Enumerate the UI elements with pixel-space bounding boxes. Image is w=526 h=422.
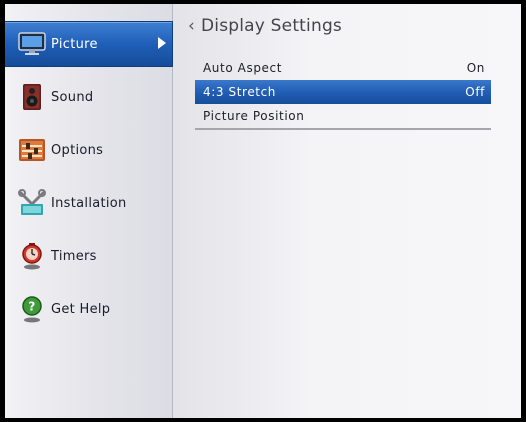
settings-menu: Auto Aspect On 4:3 Stretch Off Picture P… (195, 56, 491, 128)
sidebar-item-label: Options (51, 142, 104, 158)
menu-item-picture-position[interactable]: Picture Position (195, 104, 491, 128)
main-panel: ‹ Display Settings Auto Aspect On 4:3 St… (173, 4, 521, 418)
sidebar-item-timers[interactable]: Timers (5, 234, 172, 278)
sidebar-item-get-help[interactable]: ? Get Help (5, 287, 172, 331)
sidebar-item-label: Sound (51, 89, 94, 105)
svg-text:?: ? (28, 300, 35, 314)
sidebar-item-label: Get Help (51, 301, 111, 317)
arrow-right-icon (158, 37, 166, 49)
help-icon: ? (18, 295, 46, 323)
menu-item-value: On (466, 61, 485, 75)
sidebar-item-picture[interactable]: Picture (5, 22, 172, 66)
sidebar: Picture Sound Options Installation Timer… (5, 4, 173, 418)
menu-item-auto-aspect[interactable]: Auto Aspect On (195, 56, 491, 80)
speaker-icon (18, 83, 46, 111)
menu-item-label: Picture Position (203, 109, 305, 123)
menu-divider (195, 128, 491, 130)
tv-icon (18, 30, 46, 58)
menu-item-value: Off (465, 85, 485, 99)
sidebar-item-label: Timers (51, 248, 97, 264)
sidebar-item-installation[interactable]: Installation (5, 181, 172, 225)
tv-menu-screen: Picture Sound Options Installation Timer… (5, 4, 521, 418)
sidebar-item-label: Picture (51, 36, 98, 52)
menu-item-4-3-stretch[interactable]: 4:3 Stretch Off (195, 80, 491, 104)
sidebar-item-sound[interactable]: Sound (5, 75, 172, 119)
installation-icon (18, 189, 46, 217)
page-title-text: Display Settings (201, 16, 342, 36)
sidebar-item-options[interactable]: Options (5, 128, 172, 172)
sidebar-item-label: Installation (51, 195, 127, 211)
timer-icon (18, 242, 46, 270)
page-title: ‹ Display Settings (188, 14, 342, 38)
options-icon (18, 136, 46, 164)
back-chevron-icon[interactable]: ‹ (188, 16, 195, 36)
menu-item-label: Auto Aspect (203, 61, 283, 75)
menu-item-label: 4:3 Stretch (203, 85, 277, 99)
